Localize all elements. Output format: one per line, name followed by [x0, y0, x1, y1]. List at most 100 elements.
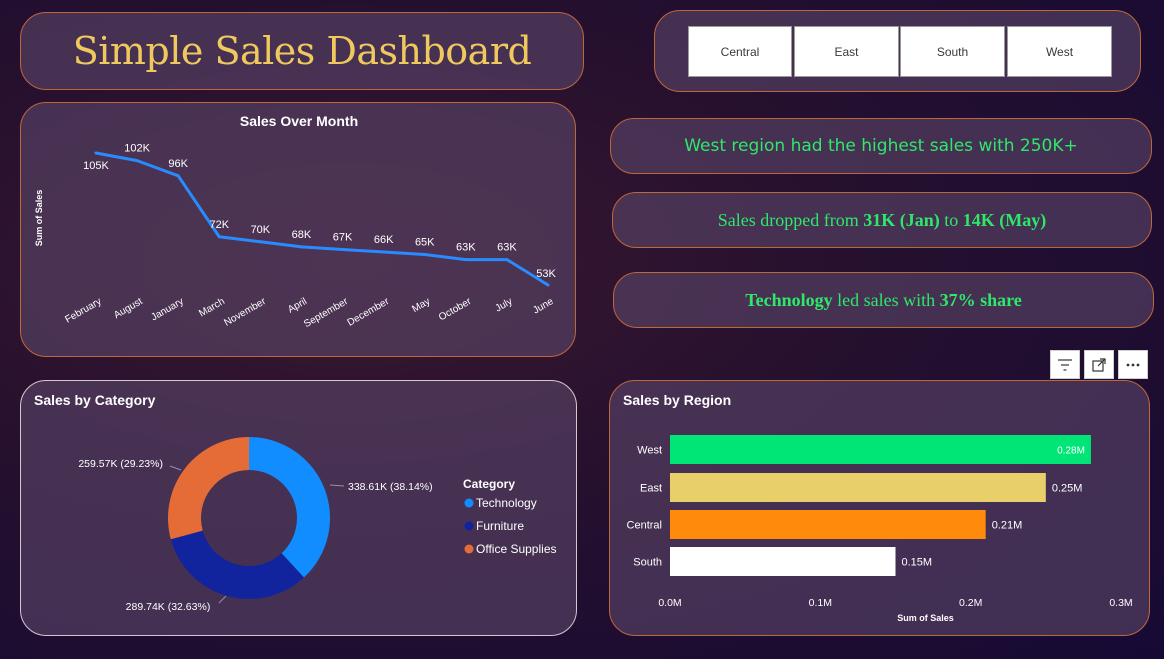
focus-mode-icon	[1092, 357, 1106, 372]
bar-data-label: 0.28M	[1057, 446, 1085, 457]
x-tick-label: 0.3M	[1109, 597, 1132, 609]
x-tick-label: March	[197, 296, 227, 319]
donut-slice	[168, 437, 249, 540]
filter-button[interactable]	[1050, 350, 1080, 379]
donut-data-label: 259.57K (29.23%)	[78, 458, 163, 470]
sales-over-month-chart: Sales Over Month Sum of Sales 105K February…	[34, 113, 556, 330]
x-tick-label: October	[437, 296, 474, 324]
line-data-point	[546, 283, 550, 287]
region-bar	[670, 510, 986, 539]
sales-over-month-card: Sales Over Month Sum of Sales 105K February…	[20, 102, 576, 357]
legend-item-label: Technology	[476, 496, 537, 510]
x-tick-label: January	[149, 296, 185, 323]
x-tick-label: 0.1M	[809, 597, 832, 609]
donut-slice	[170, 530, 304, 599]
line-data-label: 65K	[415, 237, 435, 249]
donut-chart-title: Sales by Category	[34, 392, 156, 408]
line-data-point	[464, 258, 468, 262]
line-data-label: 67K	[333, 231, 353, 243]
line-data-point	[299, 245, 303, 249]
slicer-button-south[interactable]: South	[900, 26, 1005, 77]
region-bar	[670, 435, 1091, 464]
legend-item-label: Office Supplies	[476, 542, 557, 556]
legend-marker	[464, 544, 474, 554]
x-tick-label: 0.0M	[658, 597, 681, 609]
donut-leader-line	[329, 484, 345, 487]
x-tick-label: July	[493, 296, 514, 314]
line-data-label: 96K	[168, 158, 188, 170]
line-data-label: 105K	[83, 160, 109, 172]
more-options-button[interactable]	[1118, 350, 1148, 379]
legend-title: Category	[463, 477, 515, 491]
line-data-label: 70K	[251, 224, 271, 236]
donut-slice	[249, 437, 331, 578]
line-data-point	[382, 250, 386, 254]
line-data-label: 66K	[374, 234, 394, 246]
x-tick-label: May	[410, 296, 432, 315]
focus-mode-button[interactable]	[1084, 350, 1114, 379]
bar-data-label: 0.21M	[992, 520, 1023, 532]
legend-item-label: Furniture	[476, 519, 524, 533]
line-data-point	[423, 253, 427, 257]
line-data-point	[94, 151, 98, 155]
x-tick-label: 0.2M	[959, 597, 982, 609]
slicer-button-central[interactable]: Central	[688, 26, 792, 77]
page-title: Simple Sales Dashboard	[72, 29, 532, 73]
visual-toolbar	[1050, 350, 1148, 379]
donut-data-label: 338.61K (38.14%)	[348, 481, 433, 493]
x-tick-label: February	[63, 296, 103, 326]
x-tick-label: December	[346, 296, 392, 329]
region-slicer: Central East South West	[654, 10, 1141, 92]
bar-category-label: South	[633, 557, 662, 569]
line-data-point	[217, 235, 221, 239]
donut-data-label: 289.74K (32.63%)	[126, 601, 211, 613]
line-data-point	[135, 159, 139, 163]
x-tick-label: November	[222, 296, 268, 329]
donut-leader-line	[218, 595, 227, 604]
slicer-button-west[interactable]: West	[1007, 26, 1112, 77]
line-data-label: 72K	[209, 219, 229, 231]
line-data-point	[258, 240, 262, 244]
line-data-label: 63K	[497, 242, 517, 254]
line-data-label: 53K	[536, 268, 556, 280]
bar-category-label: West	[637, 445, 662, 457]
line-data-label: 63K	[456, 242, 476, 254]
insight-top-category: Technology led sales with 37% share	[613, 272, 1154, 328]
x-tick-label: September	[302, 296, 350, 330]
legend-marker	[464, 521, 474, 531]
sales-by-region-card: Sales by Region West 0.28M East 0.25M Central…	[609, 380, 1150, 636]
filter-icon	[1058, 358, 1072, 371]
x-tick-label: August	[112, 296, 145, 321]
bar-category-label: East	[640, 483, 662, 495]
line-data-point	[176, 174, 180, 178]
slicer-button-east[interactable]: East	[794, 26, 899, 77]
line-data-point	[341, 247, 345, 251]
more-options-icon	[1126, 363, 1140, 366]
bar-chart-title: Sales by Region	[623, 392, 731, 408]
bar-data-label: 0.25M	[1052, 483, 1083, 495]
line-data-label: 68K	[292, 229, 312, 241]
sales-by-category-card: Sales by Category 338.61K (38.14%) 289.74K…	[20, 380, 577, 636]
title-card: Simple Sales Dashboard	[20, 12, 584, 90]
sales-by-region-chart: Sales by Region West 0.28M East 0.25M Central…	[623, 392, 1133, 623]
line-data-label: 102K	[124, 143, 150, 155]
x-axis-label: Sum of Sales	[897, 613, 954, 623]
x-tick-label: April	[286, 296, 309, 316]
insight-2-text: Sales dropped from 31K (Jan) to 14K (May…	[717, 209, 1047, 230]
insight-sales-drop: Sales dropped from 31K (Jan) to 14K (May…	[612, 192, 1152, 248]
legend-marker	[464, 498, 474, 508]
line-chart-title: Sales Over Month	[240, 113, 358, 129]
insight-highest-region: West region had the highest sales with 2…	[610, 118, 1152, 174]
region-bar	[670, 547, 896, 576]
insight-1-text: West region had the highest sales with 2…	[684, 136, 1078, 156]
bar-category-label: Central	[627, 520, 662, 532]
x-tick-label: June	[531, 296, 556, 317]
donut-leader-line	[169, 465, 182, 471]
region-bar	[670, 473, 1046, 502]
bar-data-label: 0.15M	[902, 557, 933, 569]
line-data-point	[505, 258, 509, 262]
sales-by-category-chart: Sales by Category 338.61K (38.14%) 289.74K…	[34, 392, 557, 613]
sales-line-series	[95, 151, 549, 287]
y-axis-label: Sum of Sales	[34, 190, 44, 247]
insight-3-text: Technology led sales with 37% share	[745, 289, 1022, 310]
